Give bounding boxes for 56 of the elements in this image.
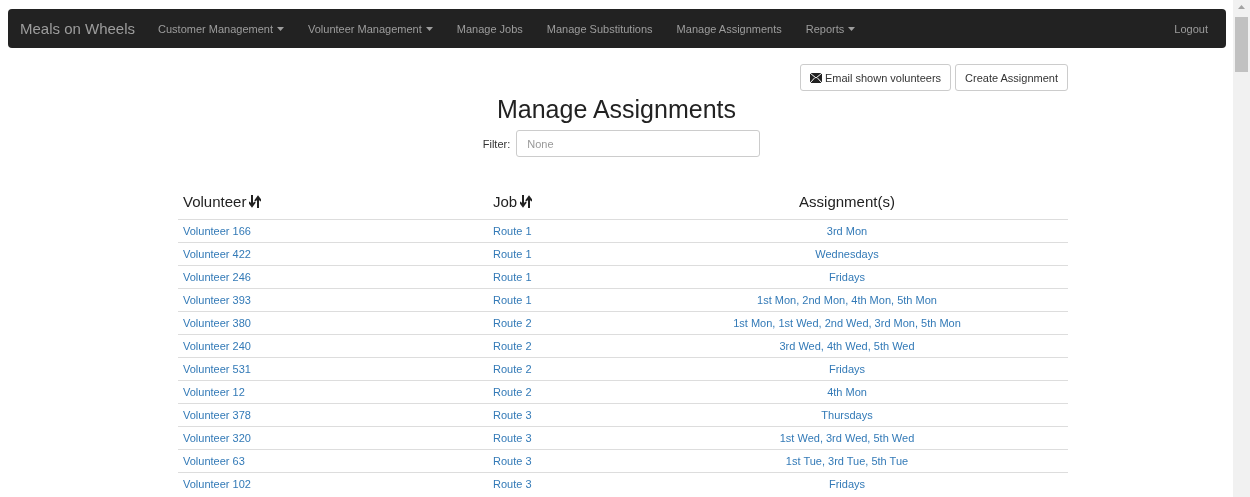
- logout-link[interactable]: Logout: [1166, 22, 1216, 35]
- job-link[interactable]: Route 1: [488, 294, 626, 306]
- job-link[interactable]: Route 1: [488, 225, 626, 237]
- job-link[interactable]: Route 1: [488, 248, 626, 260]
- job-link[interactable]: Route 2: [488, 317, 626, 329]
- assignment-link[interactable]: 1st Tue, 3rd Tue, 5th Tue: [626, 455, 1068, 467]
- brand-link[interactable]: Meals on Wheels: [20, 20, 136, 37]
- filter-label: Filter:: [482, 137, 511, 150]
- assignment-link[interactable]: 3rd Wed, 4th Wed, 5th Wed: [626, 340, 1068, 352]
- volunteer-link[interactable]: Volunteer 378: [178, 409, 488, 421]
- volunteer-link[interactable]: Volunteer 63: [178, 455, 488, 467]
- filter-field[interactable]: None: [516, 130, 761, 157]
- job-link[interactable]: Route 1: [488, 271, 626, 283]
- volunteer-link[interactable]: Volunteer 422: [178, 248, 488, 260]
- create-button[interactable]: Create Assignment: [955, 64, 1068, 91]
- volunteer-link[interactable]: Volunteer 166: [178, 225, 488, 237]
- column-header[interactable]: Volunteer: [178, 192, 488, 210]
- volunteer-link[interactable]: Volunteer 320: [178, 432, 488, 444]
- assignment-link[interactable]: 3rd Mon: [626, 225, 1068, 237]
- job-link[interactable]: Route 3: [488, 409, 626, 421]
- job-link[interactable]: Route 2: [488, 386, 626, 398]
- job-link[interactable]: Route 2: [488, 340, 626, 352]
- nav-link[interactable]: Manage Jobs: [444, 22, 535, 35]
- volunteer-link[interactable]: Volunteer 380: [178, 317, 488, 329]
- assignment-link[interactable]: Thursdays: [626, 409, 1068, 421]
- assignment-link[interactable]: Fridays: [626, 271, 1068, 283]
- page-title: Manage Assignments: [496, 95, 737, 124]
- assignment-link[interactable]: 1st Wed, 3rd Wed, 5th Wed: [626, 432, 1068, 444]
- nav-link[interactable]: Manage Substitutions: [534, 22, 665, 35]
- volunteer-link[interactable]: Volunteer 12: [178, 386, 488, 398]
- email-button[interactable]: Email shown volunteers: [799, 64, 952, 91]
- scrollbar-thumb[interactable]: [1235, 17, 1248, 72]
- nav-link[interactable]: Customer Management: [146, 22, 296, 35]
- nav-link[interactable]: Manage Assignments: [664, 22, 794, 35]
- volunteer-link[interactable]: Volunteer 102: [178, 478, 488, 490]
- job-link[interactable]: Route 3: [488, 432, 626, 444]
- column-header[interactable]: Job: [488, 192, 626, 210]
- volunteer-link[interactable]: Volunteer 246: [178, 271, 488, 283]
- job-link[interactable]: Route 2: [488, 363, 626, 375]
- scroll-up-icon[interactable]: [1238, 5, 1245, 9]
- assignment-link[interactable]: 1st Mon, 2nd Mon, 4th Mon, 5th Mon: [626, 294, 1068, 306]
- volunteer-link[interactable]: Volunteer 531: [178, 363, 488, 375]
- assignment-link[interactable]: Fridays: [626, 478, 1068, 490]
- envelope-icon: [809, 72, 822, 83]
- volunteer-link[interactable]: Volunteer 393: [178, 294, 488, 306]
- job-link[interactable]: Route 3: [488, 478, 626, 490]
- assignment-link[interactable]: Fridays: [626, 363, 1068, 375]
- job-link[interactable]: Route 3: [488, 455, 626, 467]
- nav-link[interactable]: Reports: [793, 22, 868, 35]
- nav-link[interactable]: Volunteer Management: [296, 22, 445, 35]
- assignment-link[interactable]: 1st Mon, 1st Wed, 2nd Wed, 3rd Mon, 5th Mon: [626, 317, 1068, 329]
- column-header: Assignment(s): [798, 192, 896, 210]
- assignment-link[interactable]: Wednesdays: [626, 248, 1068, 260]
- assignment-link[interactable]: 4th Mon: [626, 386, 1068, 398]
- scrollbar[interactable]: [1233, 0, 1250, 497]
- volunteer-link[interactable]: Volunteer 240: [178, 340, 488, 352]
